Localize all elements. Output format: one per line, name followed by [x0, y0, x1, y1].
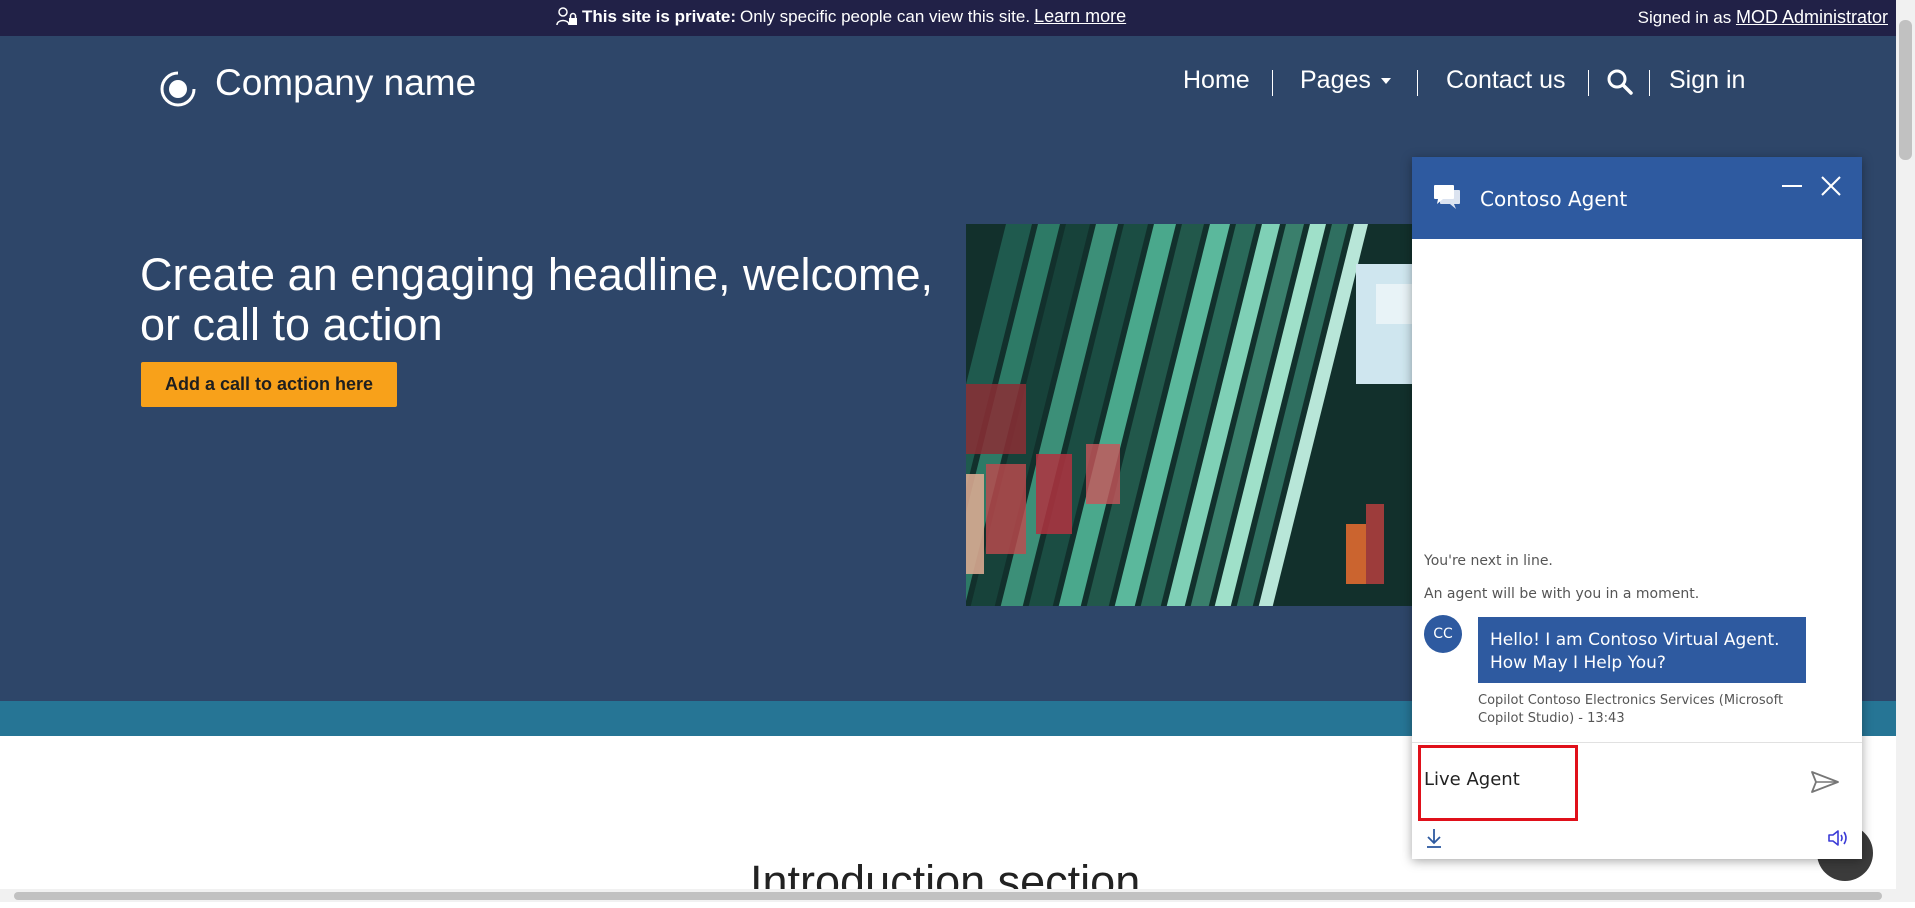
horizontal-scrollbar-thumb[interactable] [14, 892, 1882, 900]
speaker-icon[interactable] [1827, 828, 1851, 848]
chat-bubbles-icon [1434, 185, 1460, 209]
close-icon[interactable] [1820, 175, 1842, 197]
nav-pages[interactable]: Pages [1300, 66, 1391, 95]
nav-pages-label: Pages [1300, 66, 1371, 94]
signed-in-info: Signed in as MOD Administrator [1638, 7, 1888, 28]
private-text: Only specific people can view this site. [740, 6, 1031, 26]
queue-status-message: You're next in line. [1424, 553, 1553, 569]
nav-separator [1272, 70, 1273, 96]
search-icon[interactable] [1606, 68, 1634, 96]
chat-title: Contoso Agent [1480, 187, 1628, 211]
bot-message-bubble: Hello! I am Contoso Virtual Agent. How M… [1478, 617, 1806, 683]
vertical-scrollbar-thumb[interactable] [1899, 20, 1912, 160]
send-icon[interactable] [1810, 770, 1840, 794]
people-lock-icon [556, 6, 577, 25]
banner-message: This site is private: Only specific peop… [556, 6, 1126, 27]
circle-logo-icon[interactable] [160, 71, 196, 107]
nav-separator [1649, 70, 1650, 96]
hero-image [966, 224, 1416, 606]
nav-separator [1417, 70, 1418, 96]
nav-sign-in[interactable]: Sign in [1669, 66, 1745, 95]
hero-headline: Create an engaging headline, welcome, or… [140, 249, 934, 350]
private-site-banner: This site is private: Only specific peop… [0, 0, 1896, 36]
input-divider [1412, 742, 1862, 743]
message-sender-meta: Copilot Contoso Electronics Services (Mi… [1478, 693, 1784, 726]
message-input[interactable]: Live Agent [1424, 769, 1520, 790]
nav-separator [1588, 70, 1589, 96]
learn-more-link[interactable]: Learn more [1034, 6, 1126, 27]
chevron-down-icon [1380, 78, 1391, 85]
download-icon[interactable] [1425, 828, 1443, 848]
minimize-icon[interactable] [1781, 175, 1803, 197]
avatar: CC [1424, 615, 1462, 653]
call-to-action-button[interactable]: Add a call to action here [141, 362, 397, 407]
nav-contact[interactable]: Contact us [1446, 66, 1566, 95]
user-link[interactable]: MOD Administrator [1736, 7, 1888, 27]
company-name[interactable]: Company name [215, 62, 476, 104]
nav-home[interactable]: Home [1183, 66, 1250, 95]
private-label: This site is private: [582, 6, 736, 26]
chat-widget: Contoso Agent You're next in line. An ag… [1412, 157, 1862, 859]
signed-in-prefix: Signed in as [1637, 8, 1732, 27]
agent-wait-message: An agent will be with you in a moment. [1424, 586, 1700, 602]
chat-header: Contoso Agent [1412, 157, 1862, 239]
